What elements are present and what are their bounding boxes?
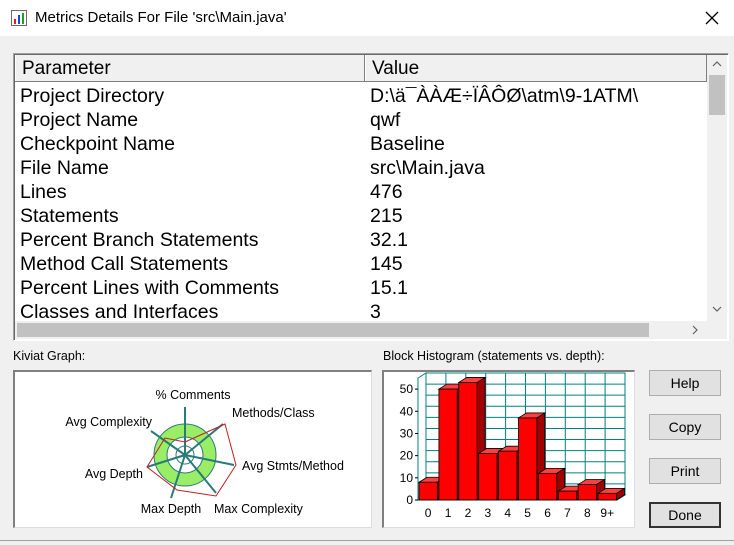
y-tick-label: 10 [400, 471, 414, 485]
param-cell: Lines [20, 181, 67, 203]
x-tick-label: 0 [425, 506, 432, 520]
table-row[interactable]: Checkpoint Name Baseline [15, 132, 707, 156]
copy-button[interactable]: Copy [649, 414, 721, 440]
param-cell: Project Name [20, 109, 139, 131]
done-button[interactable]: Done [649, 502, 721, 528]
value-cell: src\Main.java [370, 157, 485, 179]
metrics-table[interactable]: Parameter Value Project Directory D:\ä¯À… [13, 53, 729, 341]
scroll-up-icon[interactable] [712, 60, 722, 68]
y-tick-label: 0 [406, 493, 413, 507]
table-body: Project Directory D:\ä¯ÀÀÆ÷ÏÂÔØ\atm\9-1A… [15, 84, 707, 324]
app-icon [11, 10, 27, 26]
table-row[interactable]: Lines 476 [15, 180, 707, 204]
value-cell: 476 [370, 181, 403, 203]
x-tick-label: 8 [584, 506, 591, 520]
block-histogram: 01020304050 0 1 2 3 4 5 6 7 8 9+ [400, 372, 627, 520]
table-row[interactable]: Method Call Statements 145 [15, 252, 707, 276]
histogram-panel: 0 10 20 30 40 50 0 1 2 3 4 5 6 7 8 9+ [382, 370, 635, 528]
histogram-y-ticks: 0 10 20 30 40 50 [400, 382, 418, 507]
scroll-right-icon[interactable] [691, 325, 699, 335]
axis-label-avg-complexity: Avg Complexity [65, 415, 152, 429]
bar-front [418, 481, 438, 501]
value-cell: Baseline [370, 133, 445, 155]
horizontal-scroll-thumb[interactable] [17, 323, 649, 337]
axis-label-max-complexity: Max Complexity [214, 502, 304, 516]
header-value[interactable]: Value [365, 55, 707, 81]
bar-front [478, 453, 498, 501]
y-tick-label: 40 [400, 404, 414, 418]
histogram-label: Block Histogram (statements vs. depth): [383, 349, 605, 363]
param-cell: Checkpoint Name [20, 133, 175, 155]
table-row[interactable]: Percent Branch Statements 32.1 [15, 228, 707, 252]
y-tick-label: 50 [400, 382, 414, 396]
help-button[interactable]: Help [649, 370, 721, 396]
value-cell: qwf [370, 109, 401, 131]
bar-front [458, 382, 478, 501]
value-cell: 15.1 [370, 277, 408, 299]
histogram-x-ticks: 0 1 2 3 4 5 6 7 8 9+ [425, 506, 614, 520]
x-tick-label: 2 [465, 506, 472, 520]
table-row[interactable]: Project Name qwf [15, 108, 707, 132]
axis-label-avg-stmts: Avg Stmts/Method [242, 459, 344, 473]
bar-front [557, 490, 578, 501]
y-tick-label: 30 [400, 426, 414, 440]
window-title: Metrics Details For File 'src\Main.java' [35, 9, 287, 26]
param-cell: Method Call Statements [20, 253, 229, 275]
kiviat-label: Kiviat Graph: [13, 349, 86, 363]
x-tick-label: 9+ [600, 506, 614, 520]
axis-label-methods-class: Methods/Class [232, 406, 315, 420]
bar-front [498, 450, 518, 501]
param-cell: Project Directory [20, 85, 165, 107]
table-row[interactable]: Percent Lines with Comments 15.1 [15, 276, 707, 300]
value-cell: 32.1 [370, 229, 408, 251]
bar-front [577, 484, 597, 501]
axis-label-avg-depth: Avg Depth [85, 467, 143, 481]
x-tick-label: 4 [504, 506, 511, 520]
x-tick-label: 6 [544, 506, 551, 520]
value-cell: 145 [370, 253, 403, 275]
close-icon [705, 11, 719, 25]
value-cell: D:\ä¯ÀÀÆ÷ÏÂÔØ\atm\9-1ATM\ [370, 85, 639, 107]
x-tick-label: 7 [564, 506, 571, 520]
bar-front [597, 492, 617, 501]
table-row[interactable]: Statements 215 [15, 204, 707, 228]
scroll-corner [707, 321, 727, 339]
axis-label-comments: % Comments [155, 388, 230, 402]
param-cell: Percent Branch Statements [20, 229, 259, 251]
table-row[interactable]: Project Directory D:\ä¯ÀÀÆ÷ÏÂÔØ\atm\9-1A… [15, 84, 707, 108]
vertical-scrollbar[interactable] [707, 55, 727, 321]
param-cell: Percent Lines with Comments [20, 277, 280, 299]
horizontal-scrollbar[interactable] [15, 321, 707, 339]
bar-front [537, 472, 558, 501]
print-button[interactable]: Print [649, 458, 721, 484]
close-button[interactable] [690, 0, 734, 36]
param-cell: File Name [20, 157, 109, 179]
axis-label-max-depth: Max Depth [141, 502, 201, 516]
bottom-divider [0, 540, 734, 541]
kiviat-panel: % Comments Methods/Class Avg Stmts/Metho… [13, 370, 372, 528]
x-tick-label: 3 [485, 506, 492, 520]
header-parameter[interactable]: Parameter [15, 55, 365, 81]
table-header: Parameter Value [15, 55, 707, 82]
vertical-scroll-thumb[interactable] [709, 75, 725, 115]
param-cell: Statements [20, 205, 119, 227]
title-bar: Metrics Details For File 'src\Main.java' [0, 0, 734, 36]
y-tick-label: 20 [400, 449, 414, 463]
x-tick-label: 1 [445, 506, 452, 520]
x-tick-label: 5 [524, 506, 531, 520]
table-row[interactable]: File Name src\Main.java [15, 156, 707, 180]
value-cell: 215 [370, 205, 403, 227]
bar-front [518, 417, 538, 501]
kiviat-graph: % Comments Methods/Class Avg Stmts/Metho… [65, 388, 344, 516]
scroll-down-icon[interactable] [712, 305, 722, 313]
bar-front [438, 388, 458, 501]
